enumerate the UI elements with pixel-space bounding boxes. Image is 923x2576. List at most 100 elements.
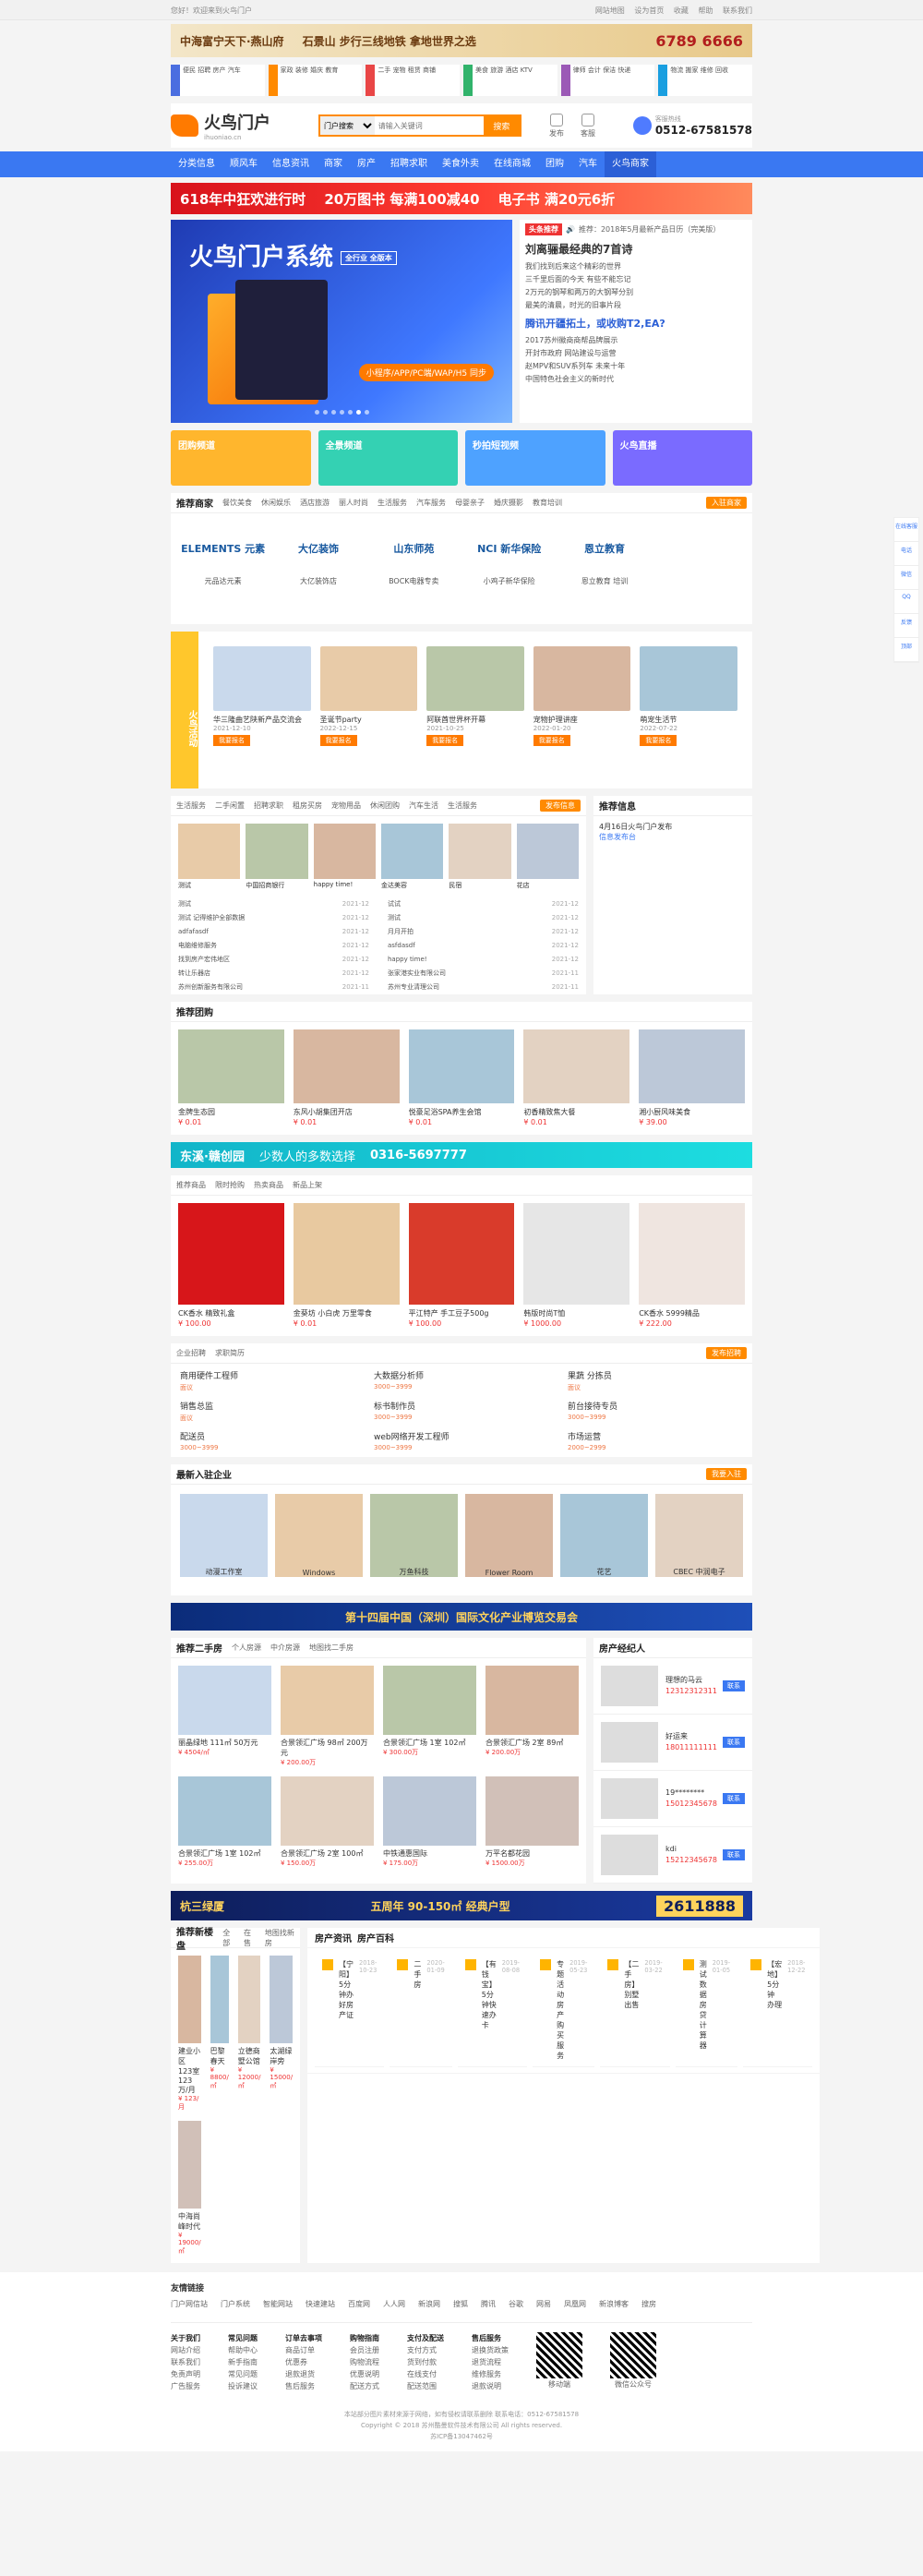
info-pic-card[interactable]: 花店	[516, 824, 579, 890]
carousel-dots[interactable]	[171, 407, 512, 417]
footer-link[interactable]: 新手指南	[228, 2358, 258, 2366]
nav-item[interactable]: 团购	[538, 151, 571, 177]
news-item[interactable]: 2017苏州徽商商帮品牌展示	[525, 334, 747, 347]
promo-618-banner[interactable]: 618年中狂欢进行时 20万图书 每满100减40 电子书 满20元6折	[171, 183, 752, 214]
house-tab[interactable]: 地图找二手房	[309, 1643, 354, 1653]
info-tab[interactable]: 宠物用品	[331, 800, 361, 811]
house-news-item[interactable]: 二手房 2020-01-09	[390, 1954, 452, 2067]
feature-tile[interactable]: 全景频道	[318, 430, 458, 486]
activity-card[interactable]: 圣诞节party 2022-12-15 我要报名	[319, 646, 418, 774]
merchant-tab[interactable]: 丽人时尚	[339, 498, 368, 508]
merchant-card[interactable]: ELEMENTS 元素 元品达元素	[178, 521, 268, 617]
friend-link[interactable]: 凤凰网	[564, 2299, 586, 2309]
job-item[interactable]: 商用硬件工程师 面议	[180, 1369, 355, 1392]
info-list-item[interactable]: 张家港实业有限公司 2021-11	[388, 967, 579, 981]
ad-banner-teal[interactable]: 东溪·赣创园 少数人的多数选择 0316-5697777	[171, 1142, 752, 1168]
info-tab[interactable]: 招聘求职	[254, 800, 283, 811]
footer-link[interactable]: 售后服务	[285, 2382, 315, 2390]
info-tab[interactable]: 二手闲置	[215, 800, 245, 811]
info-pic-card[interactable]: 民宿	[449, 824, 511, 890]
nav-item[interactable]: 美食外卖	[435, 151, 486, 177]
company-card[interactable]: 花艺	[560, 1494, 648, 1586]
friend-link[interactable]: 门户网信站	[171, 2299, 208, 2309]
house-card[interactable]: 合景领汇广场 2室 89㎡ ¥ 200.00万	[485, 1666, 579, 1767]
publish-button[interactable]: 发布信息	[540, 800, 581, 812]
merchant-card[interactable]: 大亿装饰 大亿装饰店	[273, 521, 363, 617]
mall-tab[interactable]: 热卖商品	[254, 1180, 283, 1190]
nav-item[interactable]: 招聘求职	[383, 151, 435, 177]
signup-button[interactable]: 我要报名	[426, 735, 464, 746]
info-list-item[interactable]: 测试 2021-12	[388, 911, 579, 925]
friend-link[interactable]: 门户系统	[221, 2299, 250, 2309]
group-item[interactable]: 初香精致焦大餐 ¥ 0.01	[523, 1029, 630, 1127]
footer-link[interactable]: 优惠券	[285, 2358, 307, 2366]
merchant-tab[interactable]: 酒店旅游	[300, 498, 330, 508]
house-card[interactable]: 丽晶绿地 111㎡ 50万元 ¥ 4504/㎡	[178, 1666, 271, 1767]
info-list-item[interactable]: adfafasdf 2021-12	[178, 925, 369, 939]
float-tool-button[interactable]: 反馈	[894, 614, 918, 638]
activity-card[interactable]: 萌宠生活节 2022-07-22 我要报名	[640, 646, 737, 774]
category-link[interactable]: 商铺	[423, 66, 436, 74]
info-list-item[interactable]: 测试 记得维护全部数据 2021-12	[178, 911, 369, 925]
top-ad-banner[interactable]: 中海富宁天下·燕山府 石景山 步行三线地铁 拿地世界之选 6789 6666	[171, 24, 752, 57]
house-card[interactable]: 万平名都花园 ¥ 1500.00万	[485, 1776, 579, 1868]
news-item[interactable]: 最美的清晨，时光的旧事片段	[525, 299, 747, 312]
footer-link[interactable]: 联系我们	[171, 2358, 200, 2366]
contact-button[interactable]: 联系	[723, 1737, 745, 1748]
float-tool-button[interactable]: 电话	[894, 542, 918, 566]
feature-tile[interactable]: 火鸟直播	[612, 430, 752, 486]
job-item[interactable]: 配送员 3000~3999	[180, 1430, 355, 1451]
merchant-tab[interactable]: 教育培训	[533, 498, 562, 508]
category-link[interactable]: 律师	[573, 66, 586, 74]
top-link[interactable]: 帮助	[698, 6, 713, 15]
news-item[interactable]: 赵MPV和SUV系列车 未来十年	[525, 360, 747, 373]
newhouse-tab[interactable]: 地图找新房	[265, 1928, 294, 1948]
category-link[interactable]: 搬家	[686, 66, 699, 74]
site-logo[interactable]: 火鸟门户 ihuoniao.cn	[171, 110, 300, 141]
signup-button[interactable]: 我要报名	[213, 735, 250, 746]
news-headline-2[interactable]: 腾讯开疆拓土，或收购T2,EA?	[525, 316, 747, 331]
info-pic-card[interactable]: 中国招商银行	[246, 824, 308, 890]
float-tool-button[interactable]: QQ	[894, 590, 918, 614]
merchant-tab[interactable]: 母婴亲子	[455, 498, 485, 508]
friend-link[interactable]: 网易	[536, 2299, 551, 2309]
category-link[interactable]: 家政	[281, 66, 294, 74]
building-card[interactable]: 建业小区 123室 123万/月 ¥ 123/月	[178, 1956, 201, 2112]
info-tab[interactable]: 生活服务	[176, 800, 206, 811]
job-item[interactable]: 标书制作员 3000~3999	[374, 1400, 549, 1423]
category-link[interactable]: 酒店	[505, 66, 518, 74]
building-card[interactable]: 中海尚峰时代 ¥ 19000/㎡	[178, 2121, 201, 2256]
news-item[interactable]: 三千里后面的今天 有些不能忘记	[525, 273, 747, 286]
merchant-tab[interactable]: 生活服务	[378, 498, 407, 508]
house-news-item[interactable]: 【宏地】5分钟 办理 2018-12-22	[743, 1954, 813, 2067]
footer-link[interactable]: 广告服务	[171, 2382, 200, 2390]
merchant-card[interactable]: 山东师苑 BOCK电器专卖	[369, 521, 459, 617]
house-news-item[interactable]: 【有钱宝】5分钟快速办卡 2019-08-08	[457, 1954, 528, 2067]
footer-link[interactable]: 配送范围	[407, 2382, 437, 2390]
footer-link[interactable]: 帮助中心	[228, 2346, 258, 2354]
info-list-item[interactable]: 测试 2021-12	[178, 897, 369, 911]
agent-card[interactable]: 19******** 15012345678 联系	[593, 1771, 752, 1827]
group-item[interactable]: 湘小厨风味美食 ¥ 39.00	[639, 1029, 745, 1127]
footer-link[interactable]: 退款说明	[472, 2382, 501, 2390]
news-headline[interactable]: 刘离骊最经典的7首诗	[525, 241, 747, 257]
company-card[interactable]: Windows	[275, 1494, 363, 1586]
footer-link[interactable]: 退款退货	[285, 2370, 315, 2378]
nav-item[interactable]: 在线商城	[486, 151, 538, 177]
group-item[interactable]: 东风小胡集团开店 ¥ 0.01	[293, 1029, 400, 1127]
friend-link[interactable]: 腾讯	[481, 2299, 496, 2309]
join-button[interactable]: 我要入驻	[706, 1468, 747, 1480]
category-link[interactable]: 便民	[183, 66, 196, 74]
info-tab[interactable]: 租房买房	[293, 800, 322, 811]
company-card[interactable]: 动漫工作室	[180, 1494, 268, 1586]
newhouse-tab[interactable]: 在售	[244, 1928, 256, 1948]
house-card[interactable]: 合景领汇广场 98㎡ 200万元 ¥ 200.00万	[281, 1666, 374, 1767]
info-list-item[interactable]: 试试 2021-12	[388, 897, 579, 911]
job-item[interactable]: 销售总监 面议	[180, 1400, 355, 1423]
friend-link[interactable]: 快速建站	[306, 2299, 335, 2309]
info-tab[interactable]: 休闲团购	[370, 800, 400, 811]
product-card[interactable]: 韩版时尚T恤 ¥ 1000.00	[523, 1203, 630, 1329]
nav-item[interactable]: 分类信息	[171, 151, 222, 177]
top-link[interactable]: 设为首页	[634, 6, 664, 15]
merchant-card[interactable]: NCI 新华保险 小鸡子新华保险	[464, 521, 554, 617]
